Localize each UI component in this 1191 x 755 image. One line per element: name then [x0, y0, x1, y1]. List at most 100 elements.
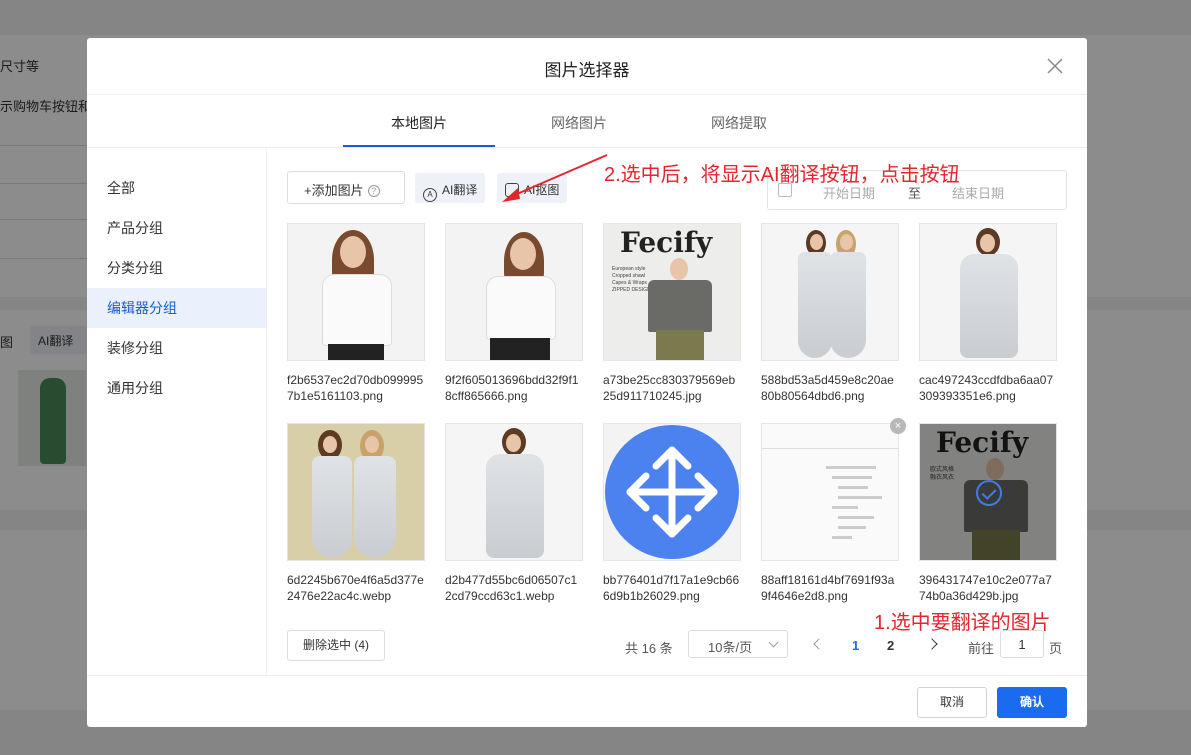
tab-network-images[interactable]: 网络图片	[503, 113, 655, 133]
code-line	[832, 476, 872, 479]
code-line	[838, 516, 874, 519]
image-card[interactable]: 6d2245b670e4f6a5d377e2476e22ac4c.webp	[287, 423, 427, 604]
image-thumbnail[interactable]	[603, 423, 741, 561]
image-caption-line: European style	[612, 266, 646, 272]
sidebar-item-all[interactable]: 全部	[87, 168, 266, 208]
image-thumbnail[interactable]: Fecify 欧式风格 融衣风衣	[919, 423, 1057, 561]
selected-check-icon	[976, 480, 1002, 506]
code-line	[832, 506, 858, 509]
chevron-down-icon	[768, 637, 779, 648]
annotation-step-2: 2.选中后，将显示AI翻译按钮，点击按钮	[604, 164, 960, 186]
image-thumbnail[interactable]	[445, 223, 583, 361]
page-number[interactable]: 2	[887, 638, 894, 653]
close-button[interactable]	[1045, 56, 1065, 76]
modal-footer: 取消 确认	[87, 675, 1087, 727]
help-icon[interactable]: ?	[367, 185, 380, 197]
delete-selected-button[interactable]: 删除选中 (4)	[287, 630, 385, 661]
image-card[interactable]: Fecify 欧式风格 融衣风衣 396431747e10c2e077a774b…	[919, 423, 1059, 604]
code-line	[838, 526, 866, 529]
image-filename: 9f2f605013696bdd32f9f18cff865666.png	[445, 373, 579, 403]
face-shape	[340, 236, 366, 268]
image-filename: 396431747e10c2e077a774b0a36d429b.jpg	[919, 573, 1052, 603]
shirt-shape	[322, 274, 392, 346]
image-thumbnail[interactable]	[761, 223, 899, 361]
face-shape	[840, 234, 853, 250]
prev-page-icon[interactable]	[812, 637, 822, 651]
image-filename: a73be25cc830379569eb25d911710245.jpg	[603, 373, 736, 403]
next-page-icon[interactable]	[928, 637, 938, 651]
pagination-bar: 删除选中 (4) 共 16 条 10条/页 1 2 前往 页	[287, 630, 1067, 662]
tab-network-extract[interactable]: 网络提取	[663, 113, 815, 133]
annotation-arrow-icon	[502, 154, 608, 202]
modal-title: 图片选择器	[544, 61, 630, 80]
face-shape	[810, 234, 823, 250]
sidebar-item-editor-group[interactable]: 编辑器分组	[87, 288, 266, 328]
remove-image-icon[interactable]: ×	[890, 418, 906, 434]
modal-header: 图片选择器	[87, 38, 1087, 95]
move-arrows-icon	[605, 425, 739, 559]
image-thumbnail[interactable]: Fecify European style Cropped shawl Cape…	[603, 223, 741, 361]
sidebar-item-general-group[interactable]: 通用分组	[87, 368, 266, 408]
image-filename: f2b6537ec2d70db0999957b1e5161103.png	[287, 373, 424, 403]
brand-logo: Fecify	[620, 226, 713, 259]
page-number-current[interactable]: 1	[852, 638, 859, 653]
tab-local-images[interactable]: 本地图片	[343, 113, 495, 133]
gown-shape	[354, 456, 396, 558]
add-image-label: +添加图片	[304, 183, 364, 198]
image-area: +添加图片? A AI翻译 AI抠图 开始日期 至 结束日期 2.选中后，将显示A…	[267, 149, 1087, 675]
image-filename: 588bd53a5d459e8c20ae80b80564dbd6.png	[761, 373, 894, 403]
gown-shape	[312, 456, 352, 558]
image-caption-line: Cropped shawl	[612, 273, 646, 279]
image-caption-line: ZIPPED DESIGN	[612, 287, 651, 293]
image-card[interactable]: 588bd53a5d459e8c20ae80b80564dbd6.png	[761, 223, 901, 404]
sidebar-item-decoration-group[interactable]: 装修分组	[87, 328, 266, 368]
gown-shape	[798, 252, 832, 358]
image-thumbnail[interactable]	[919, 223, 1057, 361]
goto-suffix: 页	[1049, 641, 1063, 656]
image-thumbnail[interactable]	[761, 423, 899, 561]
image-card[interactable]: 9f2f605013696bdd32f9f18cff865666.png	[445, 223, 585, 404]
face-shape	[980, 234, 995, 252]
face-shape	[323, 436, 337, 453]
sidebar-item-category-group[interactable]: 分类分组	[87, 248, 266, 288]
total-count: 共 16 条	[625, 641, 673, 656]
image-thumbnail[interactable]	[287, 223, 425, 361]
shirt-shape	[486, 276, 556, 340]
code-line	[826, 466, 876, 469]
image-filename: 6d2245b670e4f6a5d377e2476e22ac4c.webp	[287, 573, 424, 603]
face-shape	[506, 434, 521, 452]
goto-page-input[interactable]	[1000, 630, 1044, 658]
code-line	[838, 486, 868, 489]
skirt-shape	[328, 344, 384, 360]
image-filename: d2b477d55bc6d06507c12cd79ccd63c1.webp	[445, 573, 578, 603]
ai-translate-icon: A	[423, 188, 437, 202]
add-image-button[interactable]: +添加图片?	[287, 171, 405, 204]
screenshot-divider	[762, 448, 898, 449]
group-sidebar: 全部 产品分组 分类分组 编辑器分组 装修分组 通用分组	[87, 149, 267, 675]
cancel-button[interactable]: 取消	[917, 687, 987, 718]
page-size-value: 10条/页	[708, 640, 753, 655]
sidebar-item-product-group[interactable]: 产品分组	[87, 208, 266, 248]
image-filename: bb776401d7f17a1e9cb666d9b1b26029.png	[603, 573, 740, 603]
gown-shape	[960, 254, 1018, 358]
image-filename: cac497243ccdfdba6aa07309393351e6.png	[919, 373, 1054, 403]
gown-shape	[830, 252, 866, 358]
image-thumbnail[interactable]	[287, 423, 425, 561]
page-size-select[interactable]: 10条/页	[688, 630, 788, 658]
close-icon	[1047, 58, 1063, 74]
image-card[interactable]: 88aff18161d4bf7691f93a9f4646e2d8.png	[761, 423, 901, 604]
code-line	[832, 536, 852, 539]
face-shape	[670, 258, 688, 280]
modal-body: 全部 产品分组 分类分组 编辑器分组 装修分组 通用分组 +添加图片? A AI翻…	[87, 149, 1087, 675]
image-card[interactable]: cac497243ccdfdba6aa07309393351e6.png	[919, 223, 1059, 404]
image-caption: European style Cropped shawl Capes & Wra…	[612, 266, 651, 294]
active-tab-underline	[343, 145, 495, 147]
image-card[interactable]: Fecify European style Cropped shawl Cape…	[603, 223, 743, 404]
image-filename: 88aff18161d4bf7691f93a9f4646e2d8.png	[761, 573, 895, 603]
confirm-button[interactable]: 确认	[997, 687, 1067, 718]
skirt-shape	[490, 338, 550, 360]
image-card[interactable]: bb776401d7f17a1e9cb666d9b1b26029.png	[603, 423, 743, 604]
image-card[interactable]: f2b6537ec2d70db0999957b1e5161103.png	[287, 223, 427, 404]
image-thumbnail[interactable]	[445, 423, 583, 561]
image-card[interactable]: d2b477d55bc6d06507c12cd79ccd63c1.webp	[445, 423, 585, 604]
